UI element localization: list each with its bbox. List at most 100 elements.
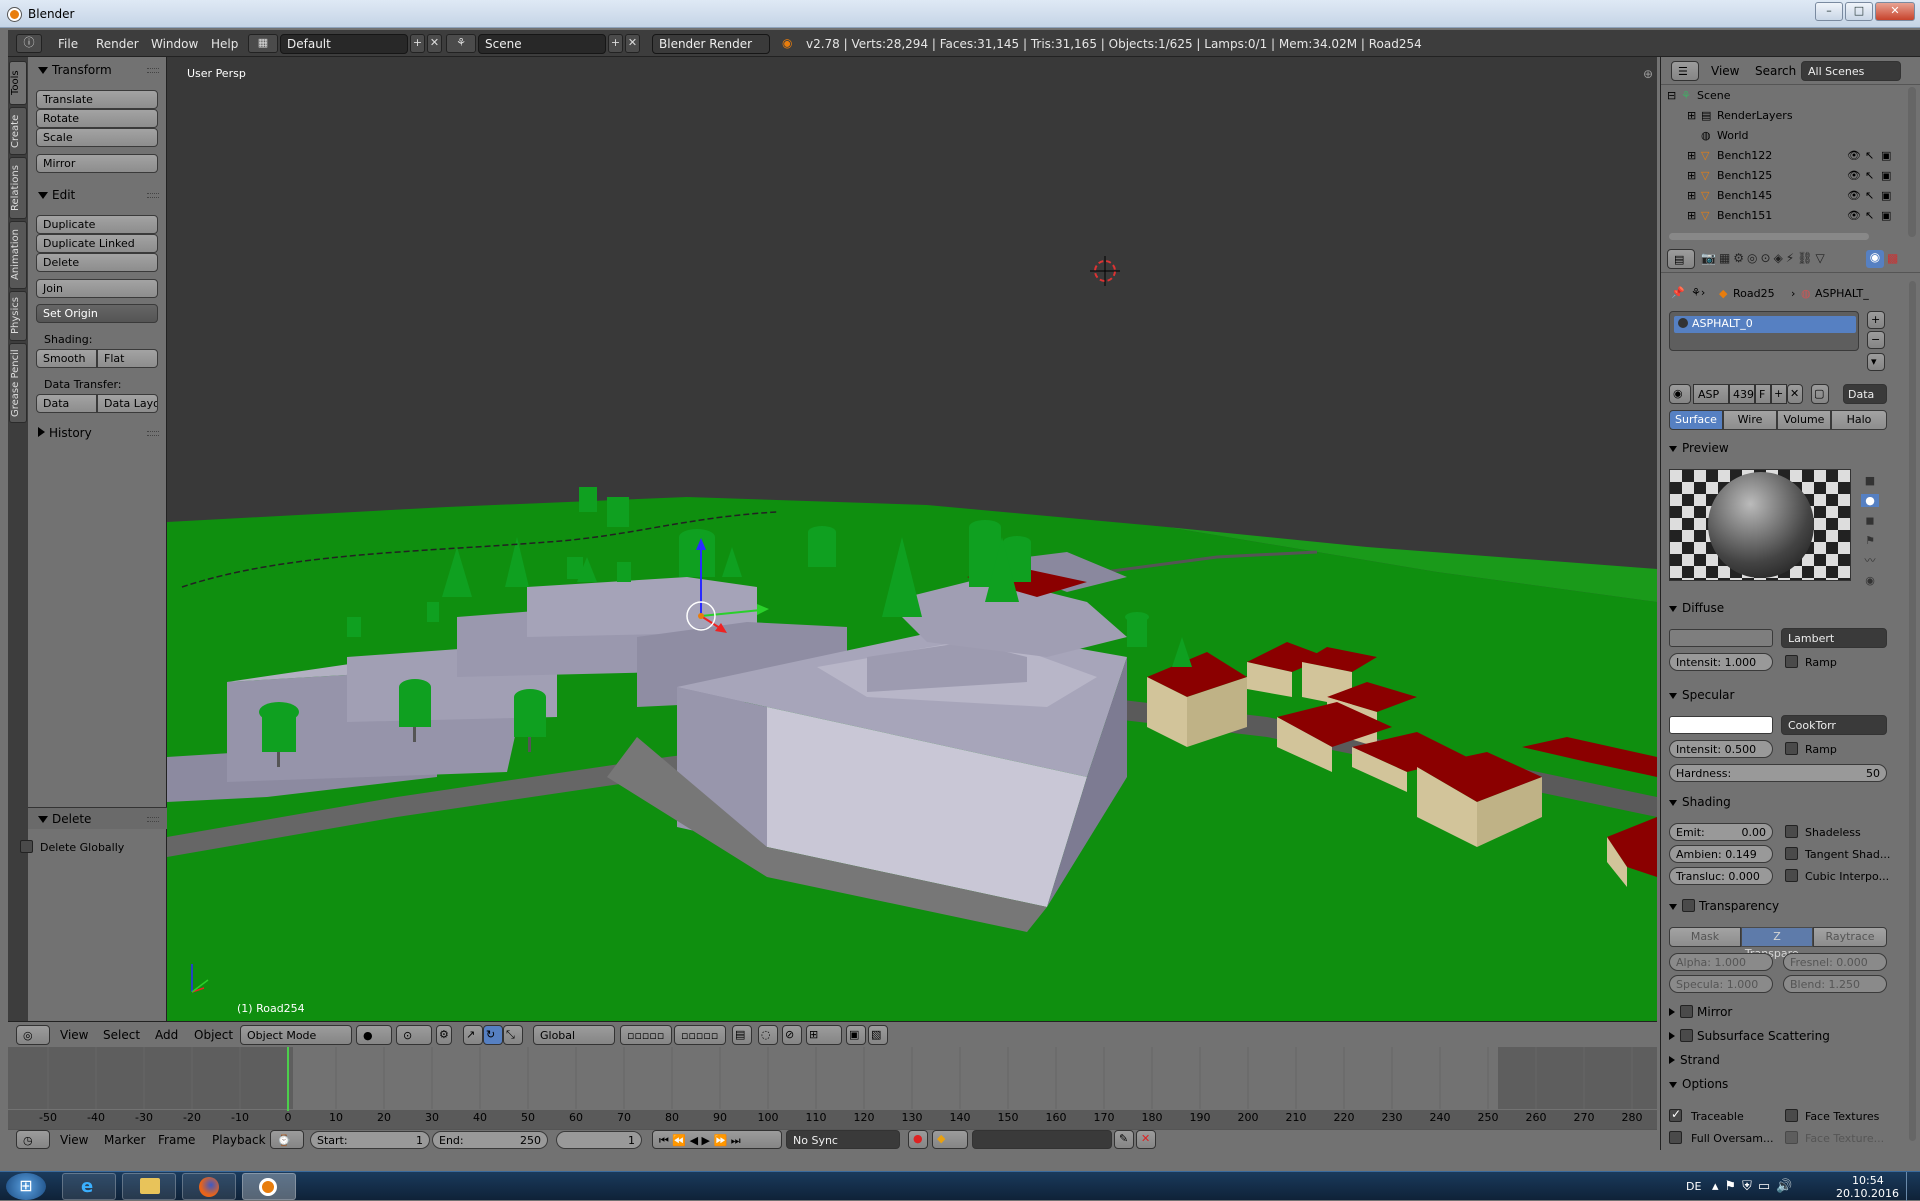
end-frame-field[interactable]: End: 250 [432,1131,548,1149]
blender-taskbar-icon[interactable] [242,1173,296,1200]
record-icon[interactable]: ● [908,1130,928,1149]
tab-wire[interactable]: Wire [1723,410,1777,430]
shadeless-checkbox[interactable] [1785,825,1798,838]
diffuse-ramp-checkbox[interactable] [1785,655,1798,668]
playback-controls[interactable]: ⏮ ⏪ ◀ ▶ ⏩ ⏭ [652,1130,782,1149]
add-slot-button[interactable]: + [1867,311,1885,329]
timeline-scrub-bar[interactable] [8,1110,1657,1129]
outliner-scrollbar[interactable] [1908,87,1916,237]
duplicate-linked-button[interactable]: Duplicate Linked [36,234,158,253]
full-oversampling-checkbox[interactable] [1669,1131,1682,1144]
keying-set-icon[interactable]: ◆ [932,1130,968,1149]
tab-create[interactable]: Create [9,107,27,155]
area-split-icon[interactable]: ⊕ [1643,67,1653,81]
menu-help[interactable]: Help [211,37,238,51]
menu-add[interactable]: Add [155,1028,178,1042]
render-engine-select[interactable]: Blender Render [652,34,770,54]
add-screen-icon[interactable]: + [410,34,425,53]
tangent-shading-checkbox[interactable] [1785,847,1798,860]
preview-panel-header[interactable]: Preview [1669,441,1903,461]
specular-shader-select[interactable]: CookTorr [1781,715,1887,735]
scene-context-icon[interactable]: ⚘› [1691,286,1705,299]
clock-time[interactable]: 10:54 [1852,1174,1884,1187]
fake-user-toggle[interactable]: F [1755,384,1771,404]
maximize-button[interactable]: □ [1845,2,1873,21]
specular-panel-header[interactable]: Specular [1669,688,1903,708]
mirror-panel-header[interactable]: Mirror [1669,1005,1903,1025]
outliner-hscrollbar[interactable] [1669,233,1869,240]
editor-type-timeline-icon[interactable]: ◷ [16,1130,50,1149]
layers-group-2[interactable]: ▫▫▫▫▫ [674,1025,726,1045]
timeline-menu-frame[interactable]: Frame [158,1133,195,1147]
cubic-interp-checkbox[interactable] [1785,869,1798,882]
new-material-icon[interactable]: + [1771,384,1787,404]
transparency-ztransp-button[interactable]: Z Transpare... [1741,927,1813,960]
delete-globally-checkbox[interactable] [20,840,33,853]
join-button[interactable]: Join [36,279,158,298]
screen-layout-icon[interactable]: ▦ [248,34,278,53]
material-users-count[interactable]: 439 [1729,384,1755,404]
lock-layers-icon[interactable]: ▤ [732,1025,752,1045]
proportional-edit-icon[interactable]: ◌ [758,1025,778,1045]
shading-panel-header[interactable]: Shading [1669,795,1903,815]
close-button[interactable]: ✕ [1875,2,1915,21]
remove-screen-icon[interactable]: ✕ [427,34,442,53]
current-frame-field[interactable]: 1 [556,1131,642,1149]
minimize-button[interactable]: – [1815,2,1843,21]
data-layout-button[interactable]: Data Layo [97,394,158,413]
editor-type-properties-icon[interactable]: ▤ [1667,249,1695,269]
outliner-row-renderlayers[interactable]: ⊞ ▤ RenderLayers [1661,105,1893,125]
start-button-icon[interactable]: ⊞ [6,1173,46,1200]
material-slot-list[interactable]: ASPHALT_0 [1669,311,1859,351]
snap-element-icon[interactable]: ⊞ [806,1025,842,1045]
system-tray-icons[interactable]: ▴⚑⛨▭🔊 [1712,1179,1798,1194]
show-desktop-button[interactable] [1906,1172,1920,1201]
menu-view[interactable]: View [60,1028,88,1042]
preview-shape-icons[interactable]: ■ ● ◼ ⚑ 〰 ◉ [1857,471,1883,587]
screen-layout-field[interactable]: Default [280,34,408,54]
material-link-select[interactable]: Data [1843,384,1887,404]
outliner-row-scene[interactable]: ⊟ ⚘ Scene [1661,85,1893,105]
outliner-row-bench145[interactable]: ⊞ ▽ Bench145 👁 ↖ ▣ [1661,185,1893,205]
properties-scrollbar[interactable] [1909,281,1916,1141]
blend-field[interactable]: Blend: 1.250 [1783,975,1887,993]
editor-type-outliner-icon[interactable]: ☰ [1671,61,1699,81]
scene-field[interactable]: Scene [478,34,606,54]
add-scene-icon[interactable]: + [608,34,623,53]
history-panel-header[interactable]: History [28,422,167,444]
viewport-shading-icon[interactable]: ● [356,1025,392,1045]
tab-tools[interactable]: Tools [9,61,27,105]
breadcrumb-material[interactable]: ASPHALT_ [1815,287,1869,300]
mirror-button[interactable]: Mirror [36,154,158,173]
scene-icon[interactable]: ⚘ [446,34,476,53]
manipulator-toggle-icon[interactable]: ⚙ [436,1025,452,1045]
transform-panel-header[interactable]: Transform [28,59,167,81]
unlink-material-icon[interactable]: ✕ [1787,384,1803,404]
insert-keyframe-icon[interactable]: ✎ [1114,1130,1134,1149]
set-origin-select[interactable]: Set Origin [36,304,158,323]
specular-color-swatch[interactable] [1669,716,1773,734]
delete-button[interactable]: Delete [36,253,158,272]
sync-mode-select[interactable]: No Sync [786,1130,900,1149]
options-panel-header[interactable]: Options [1669,1077,1903,1097]
file-explorer-icon[interactable] [122,1173,176,1200]
timeline[interactable]: -50 -40 -30 -20 -10 0 10 20 30 40 50 60 70 80 90 100 110… [8,1047,1657,1129]
firefox-icon[interactable] [182,1173,236,1200]
internet-explorer-icon[interactable]: e [62,1173,116,1200]
outliner-row-bench151[interactable]: ⊞ ▽ Bench151 👁 ↖ ▣ [1661,205,1893,225]
diffuse-intensity-field[interactable]: Intensit: 1.000 [1669,653,1773,671]
diffuse-color-swatch[interactable] [1669,629,1773,647]
editor-type-3d-icon[interactable]: ◎ [16,1025,50,1045]
menu-select[interactable]: Select [103,1028,140,1042]
transparency-mask-button[interactable]: Mask [1669,927,1741,947]
tab-grease-pencil[interactable]: Grease Pencil [9,343,27,423]
start-frame-field[interactable]: Start: 1 [310,1131,430,1149]
remove-slot-button[interactable]: − [1867,331,1885,349]
outliner-row-world[interactable]: ◍ World [1661,125,1893,145]
menu-render[interactable]: Render [96,37,139,51]
outliner-filter-select[interactable]: All Scenes [1801,61,1901,81]
specular-intensity-field[interactable]: Intensit: 0.500 [1669,740,1773,758]
timeline-menu-marker[interactable]: Marker [104,1133,145,1147]
render-anim-icon[interactable]: ▧ [868,1025,888,1045]
face-textures-checkbox[interactable] [1785,1109,1798,1122]
